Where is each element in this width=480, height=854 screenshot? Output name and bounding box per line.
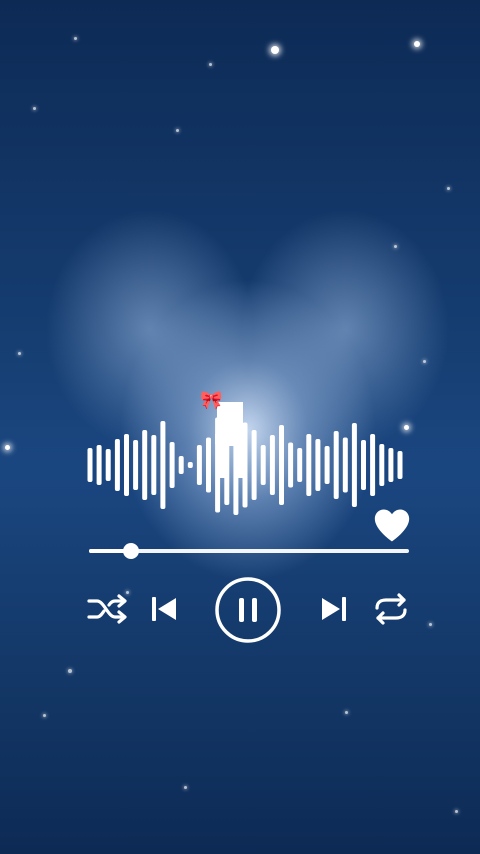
waveform-bar — [397, 451, 403, 479]
waveform-bar — [105, 449, 111, 481]
player-screen: 🎀 — [0, 0, 480, 854]
waveform-bar — [87, 448, 93, 482]
skip-previous-icon — [152, 597, 176, 621]
waveform-bar — [206, 437, 211, 493]
skip-next-icon — [322, 597, 346, 621]
waveform-bar — [269, 435, 275, 495]
waveform-bar — [251, 430, 257, 500]
waveform-bar — [370, 434, 376, 496]
waveform-bar — [279, 425, 284, 505]
next-button[interactable] — [318, 593, 350, 625]
waveform-bar — [196, 445, 202, 485]
waveform-bar — [187, 462, 193, 468]
pause-button[interactable] — [214, 576, 282, 644]
waveform-bar — [288, 442, 294, 488]
waveform-bar — [342, 437, 348, 493]
repeat-button[interactable] — [371, 591, 411, 627]
waveform-bar — [333, 431, 339, 499]
waveform-bar — [388, 448, 394, 482]
waveform-bar — [351, 423, 357, 507]
waveform-bar — [151, 435, 157, 495]
previous-button[interactable] — [148, 593, 180, 625]
shuffle-icon — [87, 594, 127, 624]
waveform-bar — [133, 440, 139, 490]
waveform-bar — [361, 440, 366, 490]
heart-icon — [374, 509, 410, 542]
waveform-bar — [379, 444, 385, 486]
bow-icon: 🎀 — [200, 390, 223, 411]
waveform-bar — [306, 434, 312, 496]
waveform-bar — [160, 421, 166, 509]
waveform-bar — [297, 448, 303, 482]
progress-knob[interactable] — [122, 543, 139, 559]
waveform-bar — [142, 430, 148, 500]
waveform-bar — [324, 446, 330, 484]
pause-icon — [215, 577, 281, 643]
waveform-bar — [315, 439, 321, 491]
shuffle-button[interactable] — [86, 591, 130, 627]
waveform-bar — [178, 456, 184, 474]
like-button[interactable] — [372, 507, 412, 543]
waveform-bar — [169, 442, 175, 488]
waveform-bar — [114, 439, 120, 491]
waveform-bar — [124, 434, 129, 496]
waveform-bar — [96, 445, 102, 485]
progress-track[interactable] — [89, 543, 409, 559]
repeat-icon — [375, 593, 407, 625]
waveform-bar — [260, 445, 266, 485]
